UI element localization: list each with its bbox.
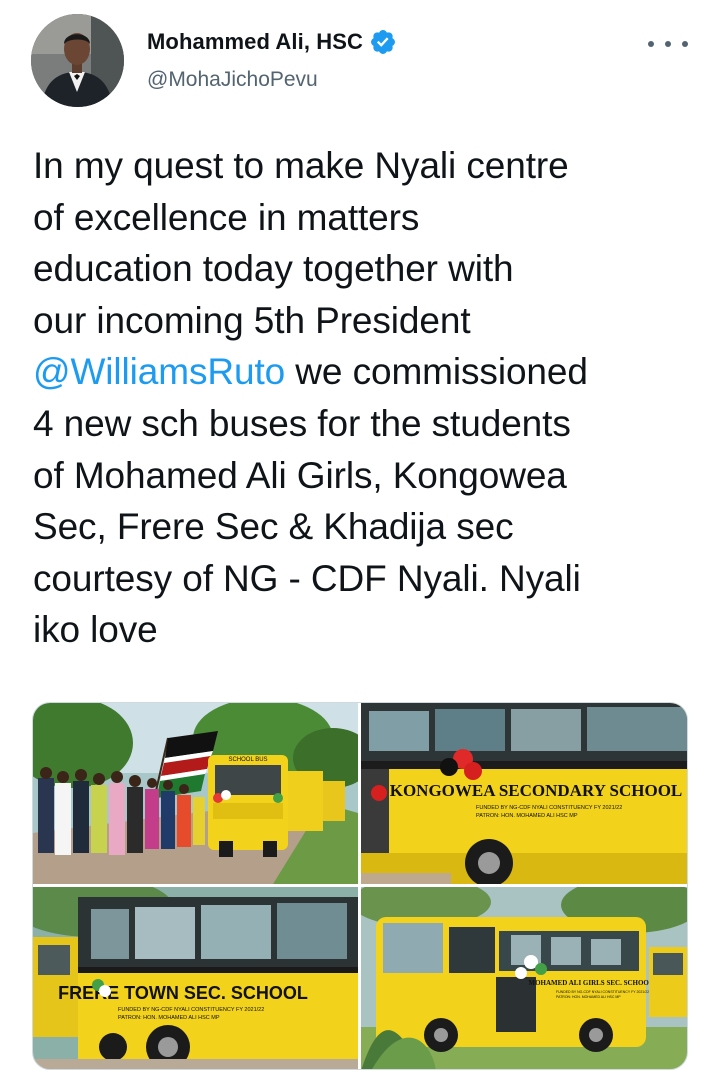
tweet-line: of Mohamed Ali Girls, Kongowea <box>33 454 567 496</box>
photo-bus-line-flag[interactable]: SCHOOL BUS <box>33 703 358 884</box>
tweet-line: our incoming 5th President <box>33 299 471 341</box>
tweet-header: Mohammed Ali, HSC @MohaJichoPevu <box>0 0 720 120</box>
frere-town-bus-photo: FRERE TOWN SEC. SCHOOL FUNDED BY NG-CDF … <box>33 887 358 1069</box>
kongowea-school-name: KONGOWEA SECONDARY SCHOOL <box>390 781 683 800</box>
avatar-image <box>31 14 124 107</box>
frere-fine-print-2: PATRON: HON. MOHAMED ALI HSC MP <box>118 1015 220 1021</box>
more-dot-icon <box>682 41 688 47</box>
bus-front: SCHOOL BUS <box>208 755 288 857</box>
more-dot-icon <box>648 41 654 47</box>
more-dot-icon <box>665 41 671 47</box>
mention-link[interactable]: @WilliamsRuto <box>33 351 285 392</box>
photo-kongowea-bus[interactable]: KONGOWEA SECONDARY SCHOOL FUNDED BY NG-C… <box>361 703 687 884</box>
tweet-text: In my quest to make Nyali centre of exce… <box>33 140 703 656</box>
kongowea-bus-photo: KONGOWEA SECONDARY SCHOOL FUNDED BY NG-C… <box>361 703 687 884</box>
tweet-line: In my quest to make Nyali centre <box>33 145 569 186</box>
avatar[interactable] <box>31 14 124 107</box>
svg-text:SCHOOL BUS: SCHOOL BUS <box>228 757 267 763</box>
girls-fine-print-2: PATRON: HON. MOHAMED ALI HSC MP <box>556 995 621 999</box>
mohamed-ali-girls-bus-photo: MOHAMED ALI GIRLS SEC. SCHOOL FUNDED BY … <box>361 887 687 1069</box>
author-handle[interactable]: @MohaJichoPevu <box>147 68 318 92</box>
tweet-line: iko love <box>33 609 158 651</box>
kongowea-fine-print-2: PATRON: HON. MOHAMED ALI HSC MP <box>476 813 578 819</box>
tweet-line: of excellence in matters <box>33 196 420 238</box>
bus-line-photo: SCHOOL BUS <box>33 703 358 884</box>
frere-fine-print-1: FUNDED BY NG-CDF NYALI CONSTITUENCY FY 2… <box>118 1007 264 1013</box>
media-grid: SCHOOL BUS KONGOWEA SECONDARY SCHOOL FUN… <box>32 702 688 1070</box>
girls-school-name: MOHAMED ALI GIRLS SEC. SCHOOL <box>528 979 653 987</box>
verified-badge-icon <box>369 28 397 56</box>
more-options-button[interactable] <box>648 30 688 58</box>
tweet-line: 4 new sch buses for the students <box>33 402 571 444</box>
author-display-name[interactable]: Mohammed Ali, HSC <box>147 29 363 55</box>
girls-fine-print-1: FUNDED BY NG-CDF NYALI CONSTITUENCY FY 2… <box>556 990 649 994</box>
tweet-line-text: we commissioned <box>285 351 588 393</box>
tweet-line: Sec, Frere Sec & Khadija sec <box>33 506 514 548</box>
tweet-line: education today together with <box>33 248 514 290</box>
author-name-row: Mohammed Ali, HSC <box>147 28 397 56</box>
photo-frere-town-bus[interactable]: FRERE TOWN SEC. SCHOOL FUNDED BY NG-CDF … <box>33 887 358 1069</box>
tweet-line: courtesy of NG - CDF Nyali. Nyali <box>33 557 581 599</box>
kongowea-fine-print-1: FUNDED BY NG-CDF NYALI CONSTITUENCY FY 2… <box>476 805 622 811</box>
tweet-line: @WilliamsRuto we commissioned <box>33 346 703 398</box>
photo-mohamed-ali-girls-bus[interactable]: MOHAMED ALI GIRLS SEC. SCHOOL FUNDED BY … <box>361 887 687 1069</box>
